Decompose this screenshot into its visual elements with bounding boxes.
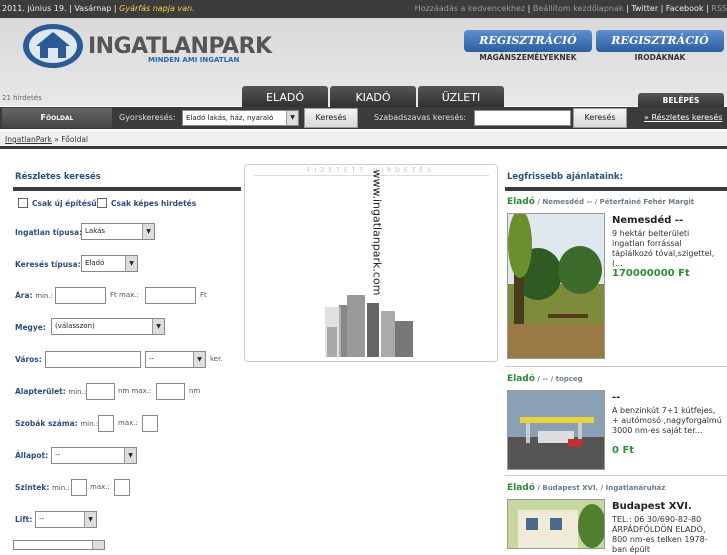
area-min-input[interactable] xyxy=(86,383,115,400)
area-max-input[interactable] xyxy=(156,383,185,400)
breadcrumb-current: Főoldal xyxy=(61,135,89,144)
price-max-label: Ft max.: xyxy=(110,291,139,299)
type-select[interactable]: Lakás ▼ xyxy=(81,223,155,240)
house-logo-icon[interactable] xyxy=(22,22,84,70)
chevron-down-icon: ▼ xyxy=(193,352,205,367)
listing-price: 170000000 Ft xyxy=(612,268,690,279)
new-only-checkbox[interactable] xyxy=(18,198,28,208)
top-bar: 2011. június 19. | Vasárnap | Gyárfás na… xyxy=(0,0,727,18)
price-max-input[interactable] xyxy=(145,287,196,304)
listing-description: TEL.: 06 30/690-82-80 ÁRPÁDFÖLDÖN ELADÓ,… xyxy=(612,515,708,554)
quick-search-button[interactable]: Keresés xyxy=(304,108,358,128)
listing-photo[interactable] xyxy=(507,390,605,470)
divider xyxy=(505,187,727,191)
register-agency-button[interactable]: REGISZTRÁCIÓ xyxy=(596,30,724,52)
chevron-down-icon: ▼ xyxy=(125,256,137,271)
nameday-text: Gyárfás napja van. xyxy=(119,4,195,13)
register-private-sub: MAGÁNSZEMÉLYEKNEK xyxy=(479,53,577,62)
paid-ad-box[interactable]: FIZETETT HIRDETÉS www.ingatlanpark.com xyxy=(244,164,498,362)
free-search-label: Szabadszavas keresés: xyxy=(374,113,467,122)
listing-category[interactable]: Eladó / Nemesdéd -- / Péterfainé Fehér M… xyxy=(507,197,694,207)
listing-title[interactable]: -- xyxy=(612,392,620,403)
divider xyxy=(505,475,727,476)
city-label: Város: xyxy=(15,355,42,364)
date-text: 2011. június 19. xyxy=(2,4,67,13)
floors-max-label: max.: xyxy=(90,483,110,491)
breadcrumb: IngatlanPark » Főoldal xyxy=(0,131,727,149)
add-favorites-link[interactable]: Hozzáadás a kedvencekhez xyxy=(415,4,525,13)
search-type-select[interactable]: Eladó ▼ xyxy=(81,255,138,272)
listing-description: 9 hektár belterületi ingatlan forrással … xyxy=(612,229,715,268)
county-select[interactable]: (válasszon) ▼ xyxy=(51,318,165,335)
listing-price: 0 Ft xyxy=(612,445,635,456)
district-unit: ker. xyxy=(210,355,223,363)
floors-max-input[interactable] xyxy=(114,479,130,496)
register-private-button[interactable]: REGISZTRÁCIÓ xyxy=(464,30,592,52)
county-label: Megye: xyxy=(15,323,46,332)
extra-select[interactable] xyxy=(13,540,105,550)
area-label: Alapterület: min.: xyxy=(15,387,87,396)
chevron-down-icon: ▼ xyxy=(84,512,96,527)
free-search-input[interactable] xyxy=(474,110,571,126)
listing-photo[interactable] xyxy=(507,213,605,359)
skyline-icon xyxy=(325,295,413,357)
day-text: Vasárnap xyxy=(74,4,112,13)
listing-category[interactable]: Eladó / Budapest XVI. / Ingatlanáruház xyxy=(507,483,665,493)
chevron-down-icon: ▼ xyxy=(286,111,298,125)
chevron-down-icon: ▼ xyxy=(142,224,154,239)
floors-min-input[interactable] xyxy=(71,479,87,496)
chevron-down-icon: ▼ xyxy=(124,448,136,463)
ad-url: www.ingatlanpark.com xyxy=(370,169,384,296)
offers-title: Legfrissebb ajánlataink: xyxy=(507,172,623,182)
listing-title[interactable]: Nemesdéd -- xyxy=(612,215,683,226)
tab-elado[interactable]: ELADÓ xyxy=(242,86,328,108)
divider xyxy=(13,187,241,191)
quick-search-label: Gyorskeresés: xyxy=(119,113,176,122)
new-only-label: Csak új építésű xyxy=(32,199,97,208)
price-min-input[interactable] xyxy=(55,287,106,304)
state-select[interactable]: -- ▼ xyxy=(51,447,137,464)
listing-category[interactable]: Eladó / -- / topceg xyxy=(507,374,583,384)
logo-tagline: MINDEN AMI INGATLAN xyxy=(148,56,240,64)
register-agency-sub: IRODÁKNAK xyxy=(634,53,686,62)
state-label: Állapot: xyxy=(15,451,49,460)
rooms-max-input[interactable] xyxy=(142,415,158,432)
chevron-down-icon: ▼ xyxy=(152,319,164,334)
search-form-title: Részletes keresés xyxy=(15,172,101,182)
twitter-link[interactable]: Twitter xyxy=(631,4,658,13)
search-type-label: Keresés típusa: xyxy=(15,260,81,269)
district-select[interactable]: -- ▼ xyxy=(145,351,206,368)
with-pics-checkbox[interactable] xyxy=(97,198,107,208)
free-search-button[interactable]: Keresés xyxy=(573,108,627,128)
tab-uzleti[interactable]: ÜZLETI xyxy=(418,86,504,108)
facebook-link[interactable]: Facebook xyxy=(666,4,704,13)
lift-select[interactable]: -- ▼ xyxy=(35,511,97,528)
city-input[interactable] xyxy=(45,351,141,368)
breadcrumb-root-link[interactable]: IngatlanPark xyxy=(5,135,52,144)
price-unit: Ft xyxy=(200,291,207,299)
listing-title[interactable]: Budapest XVI. xyxy=(612,501,692,512)
tab-kiado[interactable]: KIADÓ xyxy=(330,86,416,108)
ad-count: 21 hirdetés xyxy=(2,94,42,102)
floors-label: Szintek: min.: xyxy=(15,483,70,492)
rss-link[interactable]: RSS xyxy=(711,4,727,13)
listing-photo[interactable] xyxy=(507,499,605,549)
detailed-search-link[interactable]: » Részletes keresés xyxy=(644,107,722,129)
with-pics-label: Csak képes hirdetés xyxy=(111,199,197,208)
quick-search-select[interactable]: Eladó lakás, ház, nyaraló ▼ xyxy=(182,110,299,126)
home-nav-item[interactable]: Főoldal xyxy=(2,108,112,128)
price-label: Ára: min.: xyxy=(15,291,53,300)
rooms-label: Szobák száma: min.: xyxy=(15,419,99,428)
listing-description: A benzinkút 7+1 kútfejes, + autómosó ,na… xyxy=(612,406,722,435)
divider xyxy=(505,366,727,367)
type-label: Ingatlan típusa: xyxy=(15,228,83,237)
rooms-max-label: max.: xyxy=(118,419,138,427)
area-max-label: nm max.: xyxy=(118,387,152,395)
lift-label: Lift: xyxy=(15,515,33,524)
chevron-down-icon xyxy=(92,541,104,549)
area-unit: nm xyxy=(189,387,201,395)
rooms-min-input[interactable] xyxy=(98,415,114,432)
set-homepage-link[interactable]: Beállítom kezdőlapnak xyxy=(533,4,624,13)
